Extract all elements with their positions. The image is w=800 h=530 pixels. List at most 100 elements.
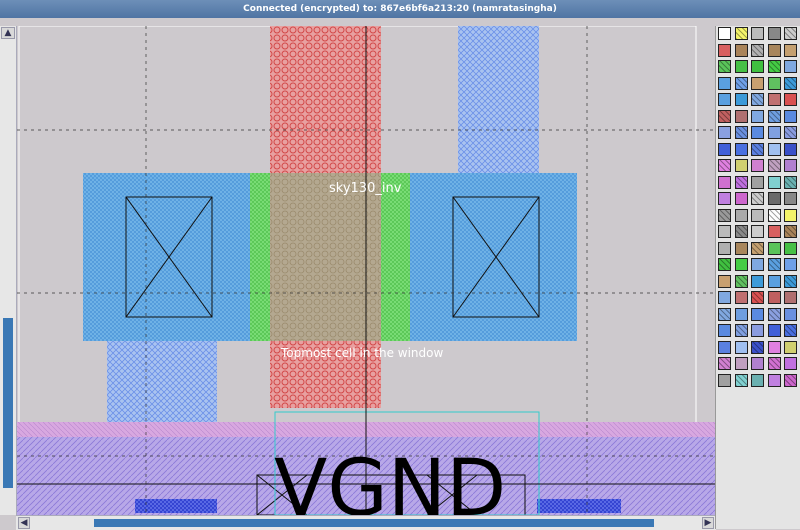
layer-swatch[interactable]: [734, 43, 748, 57]
layer-swatch[interactable]: [718, 241, 731, 255]
layer-swatch[interactable]: [751, 27, 764, 40]
layer-swatch[interactable]: [767, 307, 781, 321]
layer-swatch[interactable]: [767, 27, 781, 40]
layer-swatch[interactable]: [734, 175, 748, 189]
layer-swatch[interactable]: [767, 60, 781, 73]
layer-swatch[interactable]: [767, 43, 781, 57]
layer-swatch[interactable]: [784, 258, 797, 271]
layer-swatch[interactable]: [784, 225, 797, 238]
layer-swatch[interactable]: [784, 43, 797, 57]
layer-swatch[interactable]: [767, 291, 781, 304]
horizontal-scrollbar[interactable]: ◀ ▶: [16, 515, 716, 530]
layer-swatch[interactable]: [718, 159, 731, 172]
layer-swatch[interactable]: [784, 324, 797, 337]
layer-swatch[interactable]: [751, 373, 764, 387]
layer-palette[interactable]: [715, 26, 800, 529]
layer-swatch[interactable]: [784, 175, 797, 189]
layer-swatch[interactable]: [767, 241, 781, 255]
layer-swatch[interactable]: [734, 258, 748, 271]
layer-swatch[interactable]: [734, 225, 748, 238]
layer-swatch[interactable]: [751, 340, 764, 354]
layer-swatch[interactable]: [751, 192, 764, 205]
layer-swatch[interactable]: [751, 291, 764, 304]
layer-swatch[interactable]: [784, 208, 797, 222]
layer-swatch[interactable]: [718, 208, 731, 222]
layer-swatch[interactable]: [767, 175, 781, 189]
layer-swatch[interactable]: [734, 109, 748, 123]
layer-swatch[interactable]: [734, 76, 748, 90]
layer-swatch[interactable]: [718, 175, 731, 189]
layer-swatch[interactable]: [751, 208, 764, 222]
layer-swatch[interactable]: [767, 357, 781, 370]
layer-swatch[interactable]: [734, 126, 748, 139]
layer-swatch[interactable]: [734, 60, 748, 73]
layer-swatch[interactable]: [718, 225, 731, 238]
layer-swatch[interactable]: [751, 324, 764, 337]
layer-swatch[interactable]: [734, 291, 748, 304]
layer-swatch[interactable]: [718, 60, 731, 73]
layer-swatch[interactable]: [767, 142, 781, 156]
layer-swatch[interactable]: [767, 208, 781, 222]
layer-swatch[interactable]: [734, 340, 748, 354]
layer-swatch[interactable]: [767, 93, 781, 106]
layer-swatch[interactable]: [718, 373, 731, 387]
layer-swatch[interactable]: [751, 225, 764, 238]
layer-swatch[interactable]: [718, 43, 731, 57]
layer-swatch[interactable]: [751, 142, 764, 156]
layer-swatch[interactable]: [751, 241, 764, 255]
layer-swatch[interactable]: [751, 93, 764, 106]
layer-swatch[interactable]: [751, 76, 764, 90]
layer-swatch[interactable]: [784, 27, 797, 40]
layer-swatch[interactable]: [734, 27, 748, 40]
layer-swatch[interactable]: [734, 307, 748, 321]
layer-swatch[interactable]: [734, 373, 748, 387]
layout-canvas[interactable]: sky130_inv Topmost cell in the window VG…: [17, 25, 715, 530]
layer-swatch[interactable]: [784, 60, 797, 73]
layer-swatch[interactable]: [784, 109, 797, 123]
layer-swatch[interactable]: [784, 340, 797, 354]
layer-swatch[interactable]: [718, 258, 731, 271]
scroll-right-arrow-icon[interactable]: ▶: [702, 517, 714, 529]
layer-swatch[interactable]: [784, 357, 797, 370]
layer-swatch[interactable]: [751, 109, 764, 123]
layer-swatch[interactable]: [784, 93, 797, 106]
layer-swatch[interactable]: [734, 208, 748, 222]
layer-swatch[interactable]: [784, 126, 797, 139]
layer-swatch[interactable]: [718, 93, 731, 106]
layer-swatch[interactable]: [767, 159, 781, 172]
layer-swatch[interactable]: [767, 126, 781, 139]
layer-swatch[interactable]: [718, 307, 731, 321]
horizontal-scroll-thumb[interactable]: [94, 519, 654, 527]
layer-swatch[interactable]: [751, 175, 764, 189]
layer-swatch[interactable]: [784, 274, 797, 288]
layer-swatch[interactable]: [784, 291, 797, 304]
layer-swatch[interactable]: [718, 142, 731, 156]
layer-swatch[interactable]: [751, 159, 764, 172]
layer-swatch[interactable]: [734, 241, 748, 255]
layer-swatch[interactable]: [734, 159, 748, 172]
layer-swatch[interactable]: [767, 274, 781, 288]
layer-swatch[interactable]: [734, 274, 748, 288]
layer-swatch[interactable]: [784, 373, 797, 387]
layer-swatch[interactable]: [767, 324, 781, 337]
layer-swatch[interactable]: [718, 27, 731, 40]
layer-swatch[interactable]: [767, 373, 781, 387]
layer-swatch[interactable]: [751, 126, 764, 139]
layer-swatch[interactable]: [718, 109, 731, 123]
layer-swatch[interactable]: [767, 192, 781, 205]
layer-swatch[interactable]: [718, 76, 731, 90]
layer-swatch[interactable]: [751, 43, 764, 57]
layer-swatch[interactable]: [784, 307, 797, 321]
layer-swatch[interactable]: [751, 60, 764, 73]
layer-swatch[interactable]: [767, 109, 781, 123]
layer-swatch[interactable]: [751, 274, 764, 288]
layer-swatch[interactable]: [718, 192, 731, 205]
layer-swatch[interactable]: [751, 357, 764, 370]
layer-swatch[interactable]: [767, 225, 781, 238]
vertical-scrollbar[interactable]: ▲: [0, 26, 17, 515]
layer-swatch[interactable]: [767, 258, 781, 271]
layer-swatch[interactable]: [734, 357, 748, 370]
layer-swatch[interactable]: [784, 142, 797, 156]
layer-swatch[interactable]: [751, 258, 764, 271]
layer-swatch[interactable]: [767, 340, 781, 354]
